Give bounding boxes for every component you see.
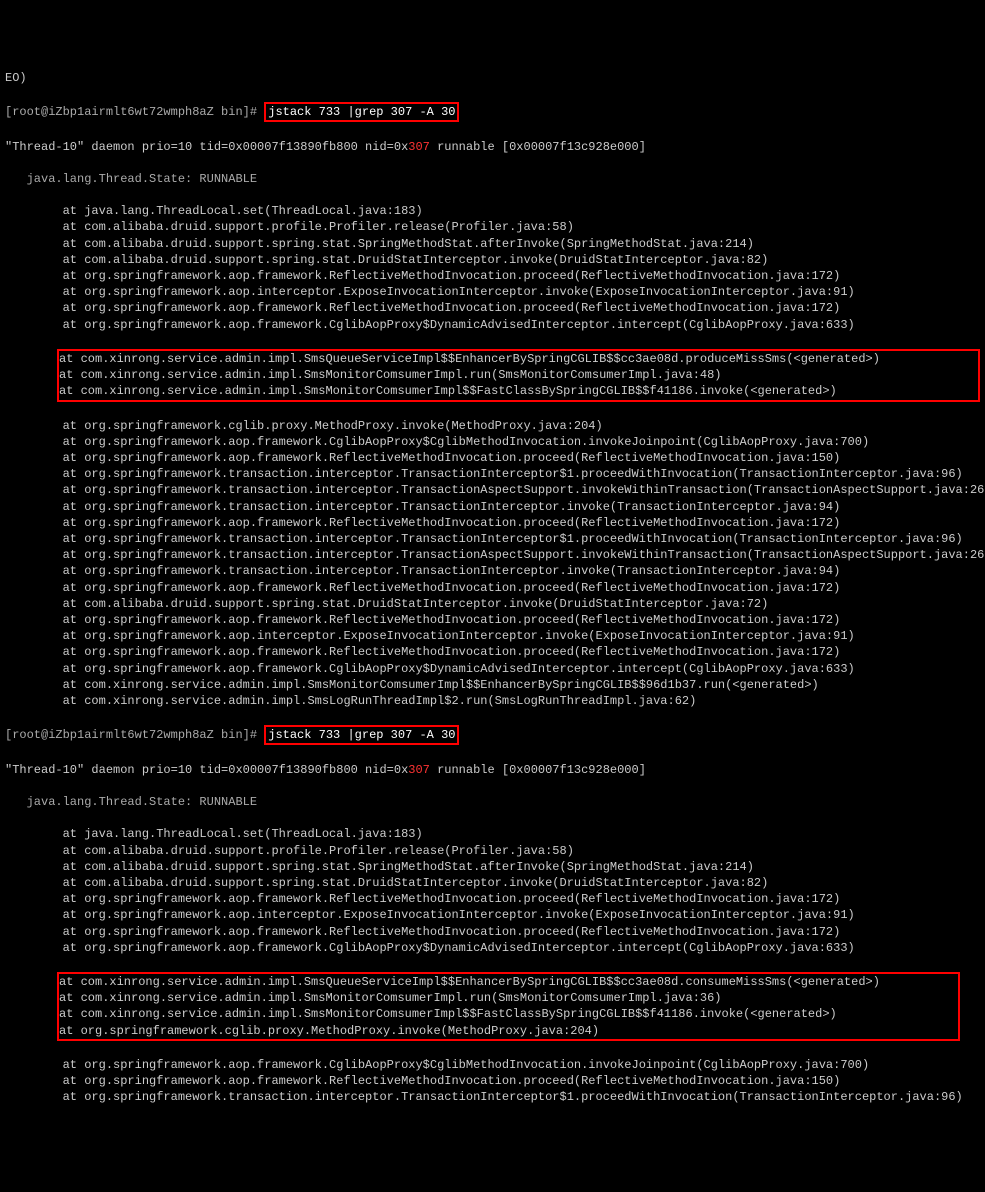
stack-trace-line: at com.xinrong.service.admin.impl.SmsLog… xyxy=(5,693,980,709)
highlight-box-1: at com.xinrong.service.admin.impl.SmsQue… xyxy=(57,349,980,402)
thread-header-2: "Thread-10" daemon prio=10 tid=0x00007f1… xyxy=(5,762,980,778)
stack-trace-line: at com.alibaba.druid.support.spring.stat… xyxy=(5,875,980,891)
stack-trace-line: at com.xinrong.service.admin.impl.SmsMon… xyxy=(59,367,978,383)
stack-trace-line: at org.springframework.aop.framework.Cgl… xyxy=(5,661,980,677)
stack-trace-line: at org.springframework.transaction.inter… xyxy=(5,466,980,482)
stack-trace-line: at org.springframework.aop.framework.Cgl… xyxy=(5,317,980,333)
stack-trace-block-1b: at org.springframework.cglib.proxy.Metho… xyxy=(5,418,980,709)
command-highlight-box: jstack 733 |grep 307 -A 30 xyxy=(264,102,459,122)
thread-state-2: java.lang.Thread.State: RUNNABLE xyxy=(5,794,980,810)
stack-trace-line: at org.springframework.transaction.inter… xyxy=(5,547,980,563)
stack-trace-line: at com.xinrong.service.admin.impl.SmsQue… xyxy=(59,974,958,990)
stack-trace-line: at org.springframework.aop.framework.Ref… xyxy=(5,450,980,466)
thread-state-1: java.lang.Thread.State: RUNNABLE xyxy=(5,171,980,187)
stack-trace-line: at org.springframework.transaction.inter… xyxy=(5,1089,980,1105)
stack-trace-line: at com.alibaba.druid.support.profile.Pro… xyxy=(5,843,980,859)
stack-trace-line: at com.xinrong.service.admin.impl.SmsMon… xyxy=(59,990,958,1006)
stack-trace-line: at org.springframework.cglib.proxy.Metho… xyxy=(5,418,980,434)
shell-prompt: [root@iZbp1airmlt6wt72wmph8aZ bin]# xyxy=(5,105,264,119)
nid-highlight: 307 xyxy=(408,763,430,777)
stack-trace-line: at org.springframework.aop.framework.Ref… xyxy=(5,924,980,940)
stack-trace-block-2b: at org.springframework.aop.framework.Cgl… xyxy=(5,1057,980,1106)
thread-suffix: runnable [0x00007f13c928e000] xyxy=(430,763,646,777)
stack-trace-line: at org.springframework.aop.interceptor.E… xyxy=(5,628,980,644)
thread-header-1: "Thread-10" daemon prio=10 tid=0x00007f1… xyxy=(5,139,980,155)
stack-trace-line: at com.xinrong.service.admin.impl.SmsQue… xyxy=(59,351,978,367)
nid-highlight: 307 xyxy=(408,140,430,154)
stack-trace-line: at org.springframework.aop.framework.Ref… xyxy=(5,580,980,596)
stack-trace-line: at com.alibaba.druid.support.spring.stat… xyxy=(5,859,980,875)
stack-trace-line: at com.xinrong.service.admin.impl.SmsMon… xyxy=(5,677,980,693)
stack-trace-line: at org.springframework.aop.framework.Ref… xyxy=(5,515,980,531)
stack-trace-line: at com.alibaba.druid.support.profile.Pro… xyxy=(5,219,980,235)
stack-trace-line: at org.springframework.aop.interceptor.E… xyxy=(5,907,980,923)
terminal-output-line: EO) xyxy=(5,70,980,86)
stack-trace-line: at org.springframework.aop.framework.Ref… xyxy=(5,891,980,907)
shell-prompt: [root@iZbp1airmlt6wt72wmph8aZ bin]# xyxy=(5,728,264,742)
stack-trace-line: at org.springframework.aop.framework.Ref… xyxy=(5,644,980,660)
stack-trace-line: at com.xinrong.service.admin.impl.SmsMon… xyxy=(59,1006,958,1022)
stack-trace-line: at org.springframework.aop.framework.Ref… xyxy=(5,300,980,316)
stack-trace-line: at org.springframework.transaction.inter… xyxy=(5,563,980,579)
stack-trace-line: at org.springframework.aop.framework.Cgl… xyxy=(5,1057,980,1073)
highlight-box-2: at com.xinrong.service.admin.impl.SmsQue… xyxy=(57,972,960,1041)
stack-trace-line: at org.springframework.transaction.inter… xyxy=(5,482,980,498)
stack-trace-block-1: at java.lang.ThreadLocal.set(ThreadLocal… xyxy=(5,203,980,333)
thread-suffix: runnable [0x00007f13c928e000] xyxy=(430,140,646,154)
stack-trace-block-2: at java.lang.ThreadLocal.set(ThreadLocal… xyxy=(5,826,980,956)
stack-trace-line: at java.lang.ThreadLocal.set(ThreadLocal… xyxy=(5,203,980,219)
stack-trace-line: at org.springframework.aop.framework.Cgl… xyxy=(5,434,980,450)
stack-trace-line: at java.lang.ThreadLocal.set(ThreadLocal… xyxy=(5,826,980,842)
stack-trace-line: at org.springframework.aop.interceptor.E… xyxy=(5,284,980,300)
prompt-line-2[interactable]: [root@iZbp1airmlt6wt72wmph8aZ bin]# jsta… xyxy=(5,725,980,745)
stack-trace-line: at org.springframework.aop.framework.Ref… xyxy=(5,1073,980,1089)
command-highlight-box: jstack 733 |grep 307 -A 30 xyxy=(264,725,459,745)
thread-prefix: "Thread-10" daemon prio=10 tid=0x00007f1… xyxy=(5,763,408,777)
stack-trace-line: at com.alibaba.druid.support.spring.stat… xyxy=(5,596,980,612)
thread-prefix: "Thread-10" daemon prio=10 tid=0x00007f1… xyxy=(5,140,408,154)
stack-trace-line: at org.springframework.aop.framework.Cgl… xyxy=(5,940,980,956)
stack-trace-line: at org.springframework.aop.framework.Ref… xyxy=(5,612,980,628)
stack-trace-line: at org.springframework.aop.framework.Ref… xyxy=(5,268,980,284)
stack-trace-line: at com.alibaba.druid.support.spring.stat… xyxy=(5,236,980,252)
stack-trace-line: at org.springframework.transaction.inter… xyxy=(5,531,980,547)
stack-trace-line: at org.springframework.cglib.proxy.Metho… xyxy=(59,1023,958,1039)
prompt-line-1[interactable]: [root@iZbp1airmlt6wt72wmph8aZ bin]# jsta… xyxy=(5,102,980,122)
stack-trace-line: at com.alibaba.druid.support.spring.stat… xyxy=(5,252,980,268)
stack-trace-line: at org.springframework.transaction.inter… xyxy=(5,499,980,515)
stack-trace-line: at com.xinrong.service.admin.impl.SmsMon… xyxy=(59,383,978,399)
